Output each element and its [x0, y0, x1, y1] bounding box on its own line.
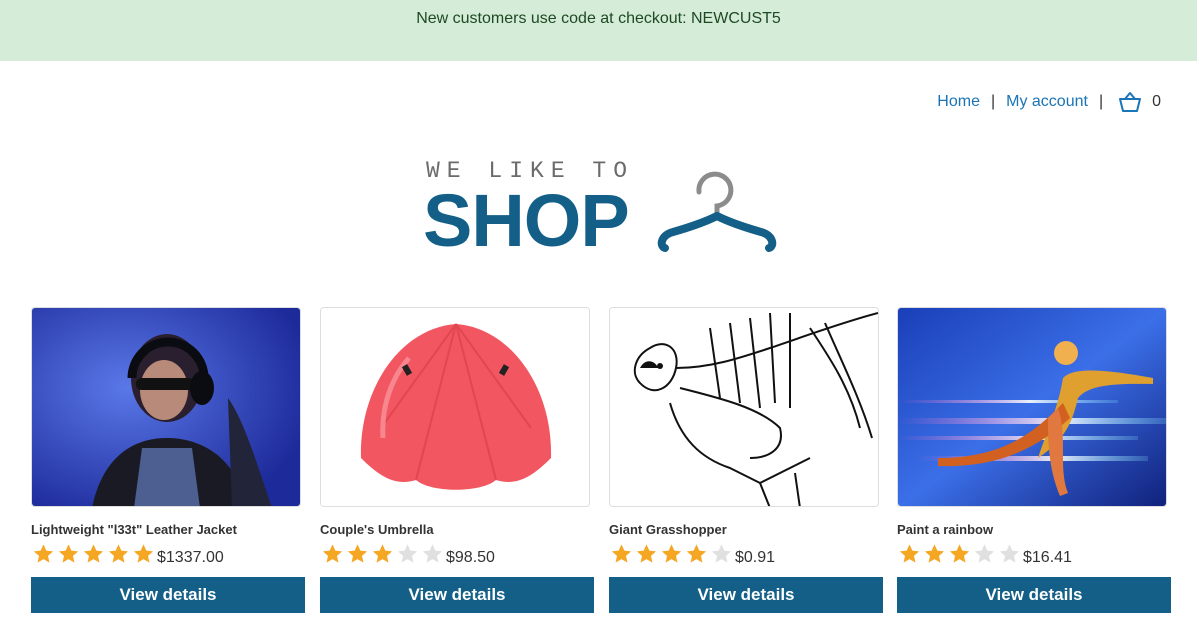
star-empty-icon: [711, 544, 732, 563]
product-card: Lightweight "l33t" Leather Jacket $1337.…: [31, 307, 305, 613]
product-image-rainbow[interactable]: [897, 307, 1167, 507]
star-rating: [897, 543, 1022, 565]
product-name[interactable]: Paint a rainbow: [897, 522, 1171, 538]
promo-text: New customers use code at checkout: NEWC…: [416, 9, 781, 27]
star-filled-icon: [661, 544, 682, 563]
star-rating: [320, 543, 445, 565]
product-image-grasshopper[interactable]: [609, 307, 879, 507]
product-price: $1337.00: [157, 549, 224, 566]
star-filled-icon: [611, 544, 632, 563]
product-name[interactable]: Lightweight "l33t" Leather Jacket: [31, 522, 305, 538]
star-filled-icon: [924, 544, 945, 563]
nav-my-account-link[interactable]: My account: [1006, 93, 1088, 111]
product-image-woman-headphones[interactable]: [31, 307, 301, 507]
product-rating-row: $16.41: [897, 542, 1171, 566]
star-empty-icon: [422, 544, 443, 563]
cart-count[interactable]: 0: [1152, 93, 1161, 111]
star-rating: [609, 543, 734, 565]
nav-separator: |: [1098, 93, 1104, 110]
product-name[interactable]: Giant Grasshopper: [609, 522, 883, 538]
star-filled-icon: [322, 544, 343, 563]
product-card: Giant Grasshopper $0.91 View details: [609, 307, 883, 613]
star-filled-icon: [108, 544, 129, 563]
nav-separator: |: [990, 93, 996, 110]
star-filled-icon: [899, 544, 920, 563]
product-price: $0.91: [735, 549, 776, 566]
star-filled-icon: [33, 544, 54, 563]
view-details-button[interactable]: View details: [609, 577, 883, 613]
product-rating-row: $0.91: [609, 542, 883, 566]
cart-icon[interactable]: [1118, 91, 1142, 113]
star-filled-icon: [133, 544, 154, 563]
product-name[interactable]: Couple's Umbrella: [320, 522, 594, 538]
star-filled-icon: [372, 544, 393, 563]
product-card: Paint a rainbow $16.41 View details: [897, 307, 1171, 613]
star-filled-icon: [58, 544, 79, 563]
star-filled-icon: [949, 544, 970, 563]
product-image-umbrella[interactable]: [320, 307, 590, 507]
star-empty-icon: [397, 544, 418, 563]
nav-home-link[interactable]: Home: [937, 93, 980, 111]
top-nav: Home | My account | 0: [937, 91, 1161, 113]
hanger-icon: [657, 171, 777, 252]
product-price: $98.50: [446, 549, 495, 566]
view-details-button[interactable]: View details: [31, 577, 305, 613]
promo-banner: New customers use code at checkout: NEWC…: [0, 0, 1197, 61]
star-filled-icon: [347, 544, 368, 563]
product-card: Couple's Umbrella $98.50 View details: [320, 307, 594, 613]
star-rating: [31, 543, 156, 565]
star-empty-icon: [999, 544, 1020, 563]
logo-wordmark: SHOP: [423, 179, 630, 262]
star-empty-icon: [974, 544, 995, 563]
star-filled-icon: [83, 544, 104, 563]
star-filled-icon: [686, 544, 707, 563]
view-details-button[interactable]: View details: [320, 577, 594, 613]
star-filled-icon: [636, 544, 657, 563]
product-grid: Lightweight "l33t" Leather Jacket $1337.…: [31, 307, 1171, 617]
product-rating-row: $1337.00: [31, 542, 305, 566]
product-rating-row: $98.50: [320, 542, 594, 566]
site-logo[interactable]: WE LIKE TO SHOP: [423, 158, 783, 258]
view-details-button[interactable]: View details: [897, 577, 1171, 613]
product-price: $16.41: [1023, 549, 1072, 566]
